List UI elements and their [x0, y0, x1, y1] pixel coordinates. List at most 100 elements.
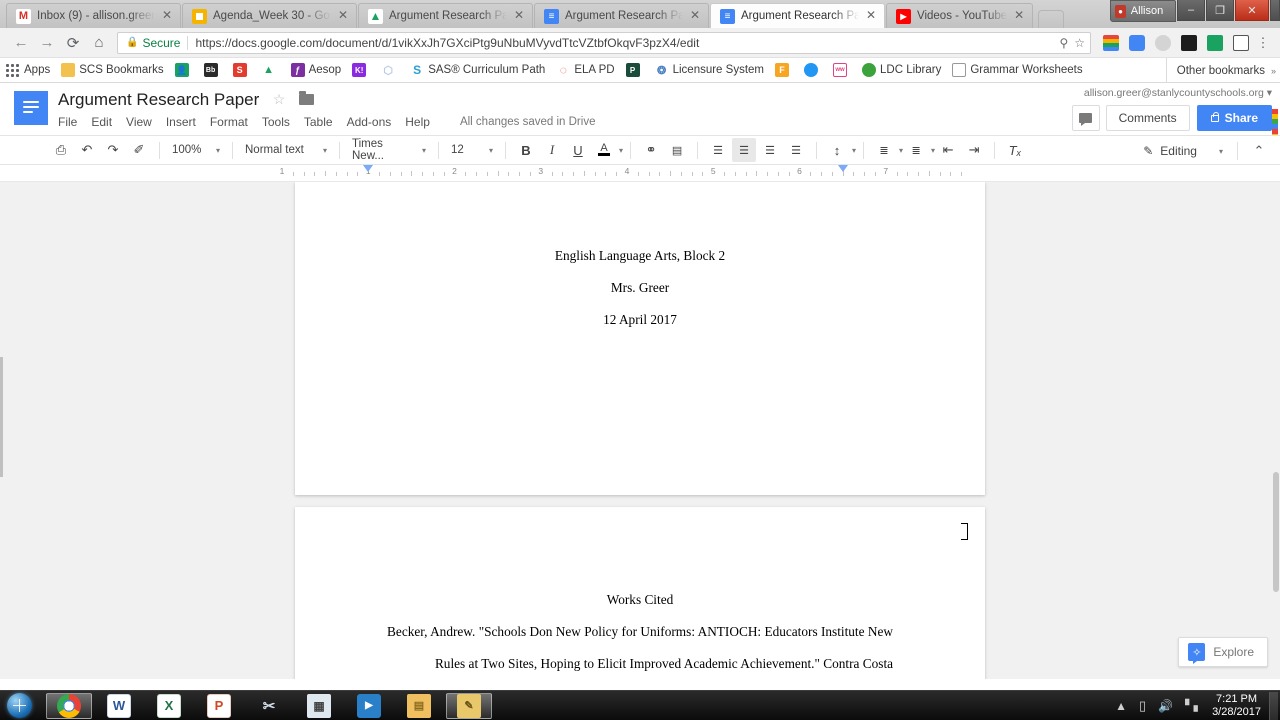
battery-icon[interactable]: ▯ [1139, 698, 1146, 714]
paragraph-style-dropdown[interactable]: Normal text ▾ [240, 138, 332, 162]
folder-icon[interactable] [298, 91, 314, 106]
menu-item-view[interactable]: View [126, 115, 152, 129]
clear-formatting-button[interactable]: Tₓ [1003, 138, 1027, 162]
comment-bubble-icon-button[interactable] [1071, 105, 1100, 131]
bookmark-pearson[interactable]: P [625, 63, 644, 77]
font-dropdown[interactable]: Times New... ▾ [347, 138, 431, 162]
document-ruler[interactable]: 11234567 [0, 165, 1280, 182]
taskbar-item-powerpoint[interactable]: P [196, 693, 242, 719]
bookmark-blackboard[interactable]: Bb [203, 63, 222, 77]
reload-button[interactable]: ⟳ [60, 30, 86, 56]
taskbar-item-excel[interactable]: X [146, 693, 192, 719]
taskbar-item-chrome[interactable] [46, 692, 92, 719]
bookmark-kahoot[interactable]: K! [352, 63, 370, 77]
minimize-button[interactable]: – [1177, 0, 1205, 21]
underline-button[interactable]: U [566, 138, 590, 162]
bookmark-schoology[interactable]: S [232, 63, 251, 77]
undo-button[interactable]: ↶ [75, 138, 99, 162]
bookmark-molecule[interactable]: ⬡ [381, 63, 399, 77]
bookmark-circle-outline[interactable]: ww [833, 63, 851, 77]
document-page-1[interactable]: English Language Arts, Block 2 Mrs. Gree… [295, 182, 985, 495]
tab-close-button[interactable]: ✕ [160, 9, 174, 23]
bookmark-blue-chat[interactable] [804, 63, 822, 77]
tab-close-button[interactable]: ✕ [864, 9, 878, 23]
show-desktop-button[interactable] [1269, 691, 1278, 720]
chevron-down-icon[interactable]: ▾ [1267, 87, 1272, 99]
taskbar-item-media-player[interactable]: ▶ [346, 693, 392, 719]
windows-start-orb[interactable] [2, 692, 36, 720]
chrome-profile-button[interactable]: ● Allison [1110, 0, 1176, 22]
increase-indent-button[interactable]: ⇥ [962, 138, 986, 162]
tab-close-button[interactable]: ✕ [688, 9, 702, 23]
share-button[interactable]: Share [1196, 105, 1272, 131]
close-window-button[interactable]: ✕ [1235, 0, 1269, 21]
bulleted-list-button[interactable]: ≣ [904, 138, 928, 162]
vertical-scrollbar[interactable] [1272, 182, 1280, 679]
star-icon[interactable]: ☆ [273, 91, 286, 107]
browser-tab-5[interactable]: ▶ Videos - YouTube ✕ [886, 3, 1034, 28]
green-contact-extension-icon[interactable] [1207, 34, 1223, 51]
menu-item-edit[interactable]: Edit [91, 115, 112, 129]
bookmark-star-icon[interactable]: ☆ [1074, 36, 1085, 50]
align-justify-button[interactable]: ☰ [784, 138, 808, 162]
chevron-down-icon[interactable]: ▾ [852, 146, 856, 155]
taskbar-item-word[interactable]: W [96, 693, 142, 719]
hide-menus-button[interactable]: ⌃ [1247, 139, 1271, 163]
align-center-button[interactable]: ☰ [732, 138, 757, 162]
search-icon[interactable]: ⚲ [1059, 36, 1068, 50]
colorful-extension-icon[interactable] [1103, 34, 1119, 51]
menu-item-help[interactable]: Help [405, 115, 430, 129]
taskbar-item-snipping-tool[interactable]: ✂ [246, 693, 292, 719]
bookmark-aesop[interactable]: ƒ Aesop [290, 63, 341, 77]
home-button[interactable]: ⌂ [86, 30, 112, 56]
scrollbar-thumb[interactable] [1273, 472, 1279, 592]
taskbar-item-calculator[interactable]: ▦ [296, 693, 342, 719]
bookmark-sas-curriculum[interactable]: S SAS® Curriculum Path [410, 63, 545, 77]
chrome-menu-icon[interactable]: ⋮ [1254, 35, 1272, 50]
blue-doc-extension-icon[interactable] [1129, 34, 1145, 51]
chevron-down-icon[interactable]: ▾ [931, 146, 935, 155]
network-icon[interactable]: ▘▖ [1185, 699, 1202, 712]
bold-button[interactable]: B [514, 138, 538, 162]
show-hidden-icons[interactable]: ▲ [1115, 699, 1127, 713]
redo-button[interactable]: ↷ [101, 138, 125, 162]
tab-close-button[interactable]: ✕ [336, 9, 350, 23]
volume-icon[interactable]: 🔊 [1158, 699, 1173, 713]
bookmark-licensure-system[interactable]: ❂ Licensure System [654, 63, 764, 77]
add-comment-button[interactable]: ▤ [665, 138, 689, 162]
browser-tab-2[interactable]: ▲ Argument Research Pap ✕ [358, 3, 533, 28]
gray-extension-icon[interactable] [1155, 34, 1171, 51]
align-right-button[interactable]: ☰ [758, 138, 782, 162]
page-title[interactable]: Argument Research Paper [58, 89, 259, 111]
ruler-left-indent-marker[interactable] [363, 165, 374, 172]
zoom-dropdown[interactable]: 100% ▾ [167, 138, 225, 162]
document-page-2[interactable]: Works Cited Becker, Andrew. "Schools Don… [295, 507, 985, 679]
print-button[interactable]: ⎙ [49, 138, 73, 162]
maximize-button[interactable]: ❐ [1206, 0, 1234, 21]
align-left-button[interactable]: ☰ [706, 138, 730, 162]
bookmark-google-drive[interactable]: ▲ [261, 63, 280, 77]
comments-button[interactable]: Comments [1105, 105, 1190, 131]
menu-item-insert[interactable]: Insert [166, 115, 196, 129]
menu-item-format[interactable]: Format [210, 115, 248, 129]
browser-tab-4-active[interactable]: ≡ Argument Research Pap ✕ [710, 3, 885, 28]
google-docs-logo[interactable] [14, 91, 48, 125]
bookmark-contacts[interactable]: 👤 [174, 63, 193, 77]
bookmark-orange-f[interactable]: F [775, 63, 793, 77]
insert-link-button[interactable]: ⚭ [639, 138, 663, 162]
dark-square-extension-icon[interactable] [1233, 34, 1249, 51]
paint-format-button[interactable]: ✐ [127, 138, 151, 162]
chevron-down-icon[interactable]: ▾ [619, 146, 623, 155]
font-size-dropdown[interactable]: 12 ▾ [446, 138, 498, 162]
address-bar[interactable]: 🔒 Secure https://docs.google.com/documen… [117, 31, 1091, 54]
bookmark-grammar-worksheets[interactable]: Grammar Worksheets [952, 63, 1083, 77]
menu-item-file[interactable]: File [58, 115, 77, 129]
ruler-right-indent-marker[interactable] [837, 165, 848, 172]
browser-tab-0[interactable]: M Inbox (9) - allison.green ✕ [6, 3, 181, 28]
menu-item-table[interactable]: Table [304, 115, 333, 129]
account-email[interactable]: allison.greer@stanlycountyschools.org ▾ [1084, 87, 1272, 99]
chevron-right-icon[interactable]: » [1271, 66, 1276, 76]
decrease-indent-button[interactable]: ⇤ [936, 138, 960, 162]
back-button[interactable]: ← [8, 30, 34, 56]
explore-button[interactable]: ✧ Explore [1178, 637, 1268, 667]
